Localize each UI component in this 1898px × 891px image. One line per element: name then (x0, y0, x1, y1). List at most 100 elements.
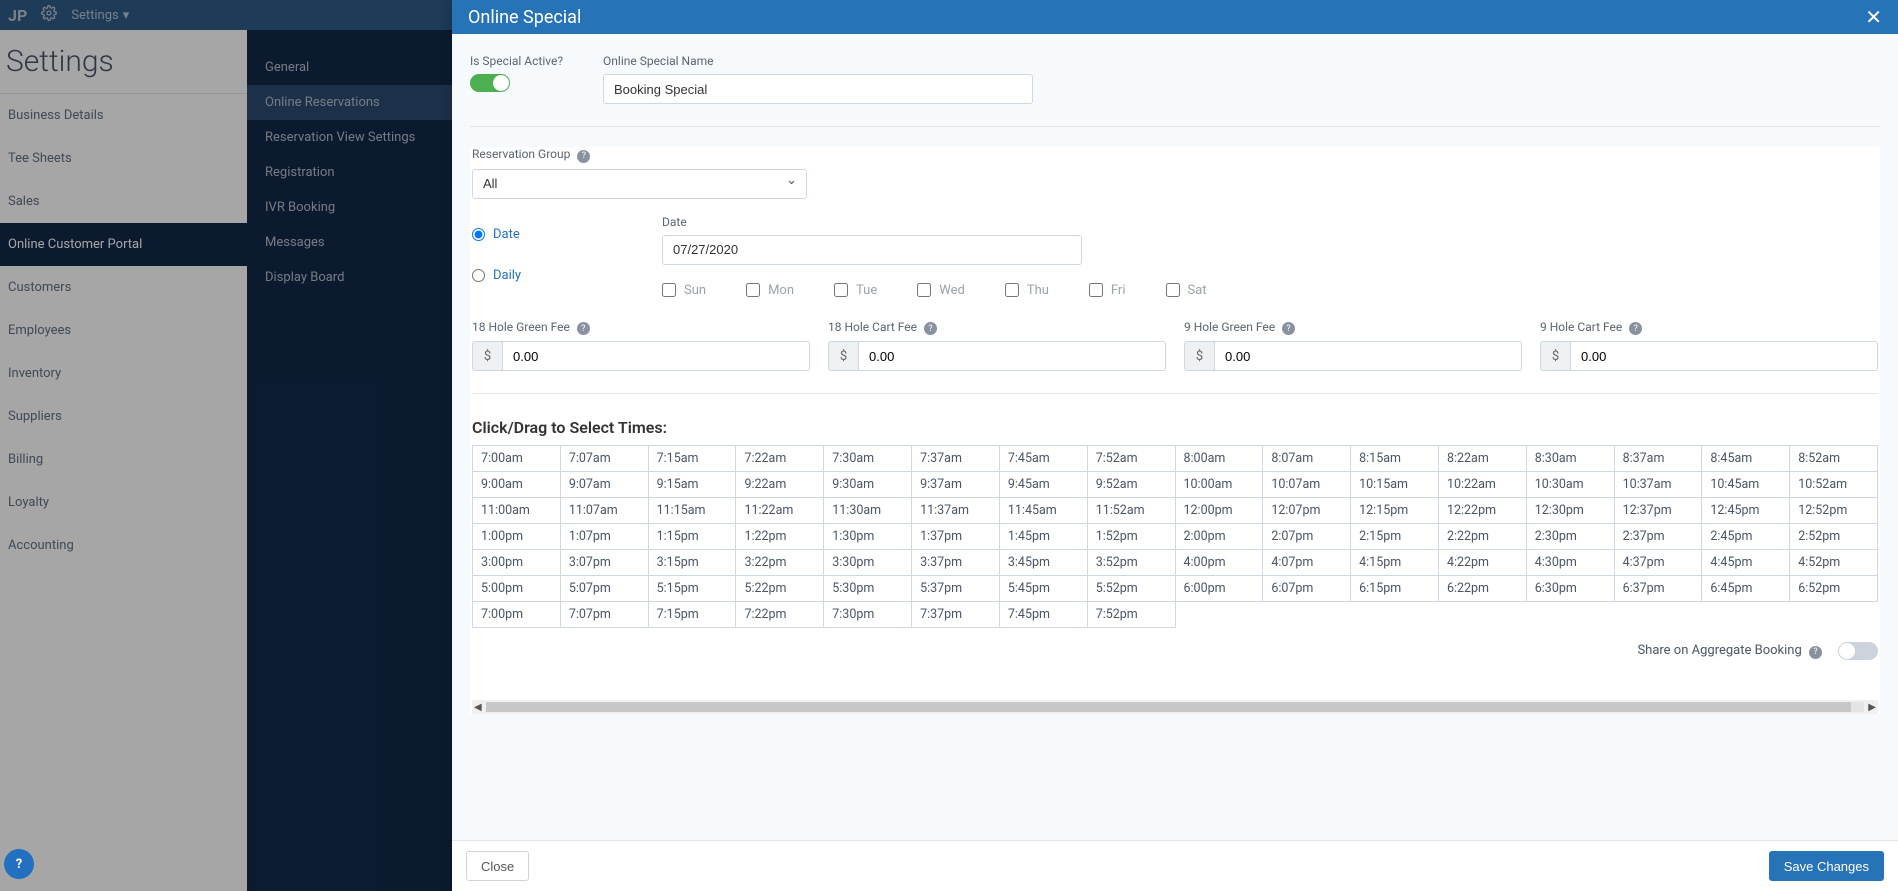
time-slot[interactable]: 8:07am (1263, 446, 1351, 472)
time-slot[interactable]: 2:07pm (1263, 524, 1351, 550)
fee-c18-input[interactable] (858, 341, 1166, 371)
day-checkbox[interactable]: Wed (917, 283, 965, 298)
nav1-item[interactable]: Accounting (0, 524, 247, 567)
help-icon[interactable]: ? (577, 322, 590, 335)
time-slot[interactable]: 3:15pm (648, 550, 736, 576)
help-icon[interactable]: ? (1629, 322, 1642, 335)
time-slot[interactable]: 6:07pm (1263, 576, 1351, 602)
time-slot[interactable]: 6:52pm (1790, 576, 1878, 602)
time-slot[interactable]: 5:30pm (824, 576, 912, 602)
time-slot[interactable]: 7:52am (1087, 446, 1175, 472)
time-slot[interactable]: 2:37pm (1614, 524, 1702, 550)
nav1-item[interactable]: Loyalty (0, 481, 247, 524)
time-slot[interactable]: 5:45pm (999, 576, 1087, 602)
nav2-item[interactable]: General (247, 50, 452, 85)
time-slot[interactable]: 2:22pm (1438, 524, 1526, 550)
time-slot[interactable]: 9:15am (648, 472, 736, 498)
time-slot[interactable]: 1:30pm (824, 524, 912, 550)
help-icon[interactable]: ? (577, 150, 590, 163)
gear-icon[interactable] (41, 5, 57, 25)
close-icon[interactable]: ✕ (1865, 5, 1882, 29)
time-slot[interactable]: 9:37am (912, 472, 1000, 498)
time-slot[interactable]: 7:30pm (824, 602, 912, 628)
time-slot[interactable]: 9:22am (736, 472, 824, 498)
day-checkbox-input[interactable] (834, 283, 848, 297)
nav2-item[interactable]: Messages (247, 225, 452, 260)
time-slot[interactable]: 4:00pm (1175, 550, 1263, 576)
nav1-item[interactable]: Tee Sheets (0, 137, 247, 180)
time-slot[interactable]: 3:37pm (912, 550, 1000, 576)
time-slot[interactable]: 12:37pm (1614, 498, 1702, 524)
scroll-left-icon[interactable]: ◀ (474, 702, 482, 713)
time-slot[interactable]: 1:07pm (560, 524, 648, 550)
day-checkbox[interactable]: Sat (1166, 283, 1207, 298)
time-slot[interactable]: 12:00pm (1175, 498, 1263, 524)
time-slot[interactable]: 7:15am (648, 446, 736, 472)
share-aggregate-toggle[interactable] (1838, 642, 1878, 660)
time-slot[interactable]: 7:52pm (1087, 602, 1175, 628)
time-slot[interactable]: 4:07pm (1263, 550, 1351, 576)
scroll-track[interactable] (486, 702, 1865, 712)
time-slot[interactable]: 4:30pm (1526, 550, 1614, 576)
time-slot[interactable]: 5:07pm (560, 576, 648, 602)
time-slot[interactable]: 9:30am (824, 472, 912, 498)
reservation-group-select[interactable]: All (472, 169, 807, 199)
nav2-item[interactable]: Display Board (247, 260, 452, 295)
time-slot[interactable]: 10:30am (1526, 472, 1614, 498)
time-slot[interactable]: 9:52am (1087, 472, 1175, 498)
time-slot[interactable]: 7:22pm (736, 602, 824, 628)
time-slot[interactable]: 8:30am (1526, 446, 1614, 472)
nav1-item[interactable]: Employees (0, 309, 247, 352)
time-slot[interactable]: 8:00am (1175, 446, 1263, 472)
time-slot[interactable]: 3:22pm (736, 550, 824, 576)
day-checkbox-input[interactable] (917, 283, 931, 297)
time-slot[interactable]: 12:30pm (1526, 498, 1614, 524)
time-slot[interactable]: 1:15pm (648, 524, 736, 550)
time-slot[interactable]: 5:37pm (912, 576, 1000, 602)
save-button[interactable]: Save Changes (1769, 851, 1884, 881)
help-icon[interactable]: ? (1809, 646, 1822, 659)
time-slot[interactable]: 12:22pm (1438, 498, 1526, 524)
time-slot[interactable]: 5:15pm (648, 576, 736, 602)
date-radio[interactable] (472, 228, 485, 241)
time-slot[interactable]: 7:45pm (999, 602, 1087, 628)
time-slot[interactable]: 2:52pm (1790, 524, 1878, 550)
time-slot[interactable]: 6:45pm (1702, 576, 1790, 602)
day-checkbox-input[interactable] (1005, 283, 1019, 297)
time-slot[interactable]: 6:37pm (1614, 576, 1702, 602)
day-checkbox-input[interactable] (746, 283, 760, 297)
time-slot[interactable]: 10:37am (1614, 472, 1702, 498)
time-slot[interactable]: 8:37am (1614, 446, 1702, 472)
close-button[interactable]: Close (466, 851, 529, 881)
help-fab[interactable]: ? (4, 849, 34, 879)
day-checkbox[interactable]: Mon (746, 283, 794, 298)
time-slot[interactable]: 9:00am (473, 472, 561, 498)
nav2-item[interactable]: Registration (247, 155, 452, 190)
fee-c9-input[interactable] (1570, 341, 1878, 371)
time-slot[interactable]: 12:45pm (1702, 498, 1790, 524)
time-slot[interactable]: 2:30pm (1526, 524, 1614, 550)
nav2-item[interactable]: IVR Booking (247, 190, 452, 225)
time-slot[interactable]: 2:00pm (1175, 524, 1263, 550)
nav1-item[interactable]: Suppliers (0, 395, 247, 438)
time-slot[interactable]: 11:52am (1087, 498, 1175, 524)
time-slot[interactable]: 8:52am (1790, 446, 1878, 472)
time-slot[interactable]: 2:15pm (1351, 524, 1439, 550)
time-slot[interactable]: 6:30pm (1526, 576, 1614, 602)
time-slot[interactable]: 9:45am (999, 472, 1087, 498)
time-slot[interactable]: 10:45am (1702, 472, 1790, 498)
is-active-toggle[interactable] (470, 74, 510, 92)
time-slot[interactable]: 6:15pm (1351, 576, 1439, 602)
time-slot[interactable]: 7:07pm (560, 602, 648, 628)
day-checkbox-input[interactable] (662, 283, 676, 297)
time-slot[interactable]: 12:52pm (1790, 498, 1878, 524)
time-slot[interactable]: 6:00pm (1175, 576, 1263, 602)
help-icon[interactable]: ? (1282, 322, 1295, 335)
time-slot[interactable]: 4:45pm (1702, 550, 1790, 576)
time-slot[interactable]: 11:07am (560, 498, 648, 524)
time-slot[interactable]: 1:00pm (473, 524, 561, 550)
time-slot[interactable]: 11:37am (912, 498, 1000, 524)
time-slot[interactable]: 3:30pm (824, 550, 912, 576)
time-slot[interactable]: 11:15am (648, 498, 736, 524)
special-name-input[interactable] (603, 74, 1033, 104)
